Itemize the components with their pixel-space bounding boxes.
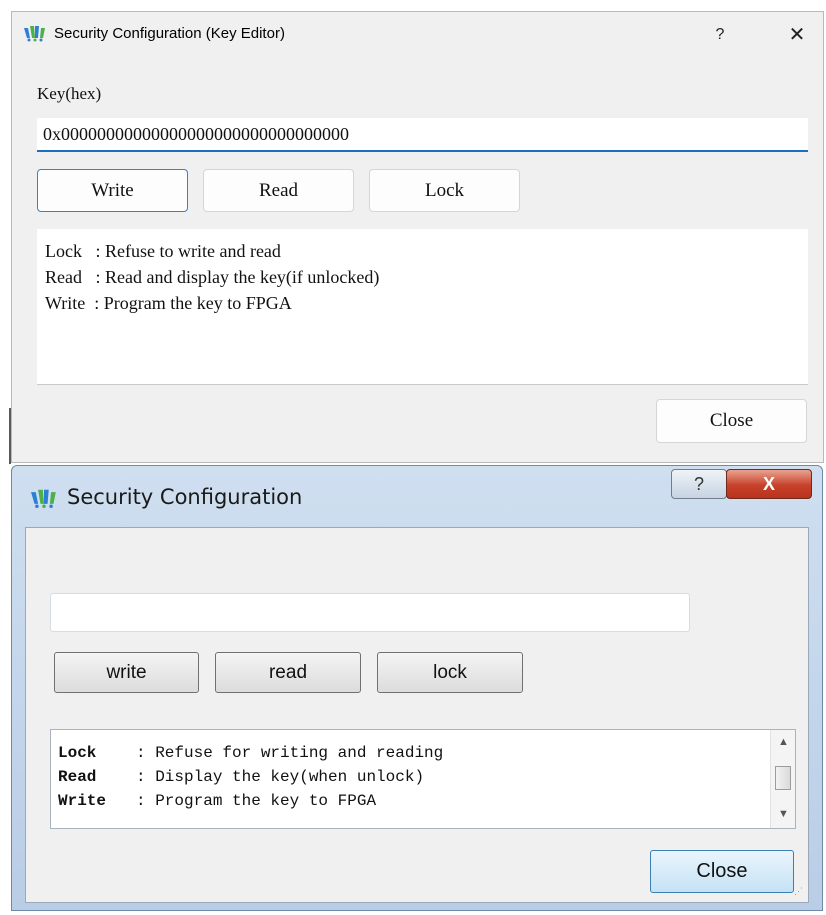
- description-row: Read : Display the key(when unlock): [58, 765, 443, 789]
- write-button[interactable]: Write: [37, 169, 188, 212]
- description-line: Lock : Refuse to write and read: [45, 241, 281, 261]
- key-input[interactable]: [50, 593, 690, 632]
- close-icon[interactable]: X: [726, 469, 812, 499]
- window-edge: [9, 408, 11, 464]
- key-editor-window: Security Configuration (Key Editor) ? ✕ …: [11, 11, 824, 463]
- help-button[interactable]: ?: [702, 20, 738, 50]
- help-button[interactable]: ?: [671, 469, 727, 499]
- read-button[interactable]: Read: [203, 169, 354, 212]
- description-detail: : Display the key(when unlock): [136, 768, 425, 786]
- title-bar[interactable]: Security Configuration (Key Editor) ? ✕: [12, 12, 823, 56]
- lock-button[interactable]: lock: [377, 652, 523, 693]
- description-row: Lock : Refuse for writing and reading: [58, 741, 443, 765]
- vertical-scrollbar[interactable]: ▲ ▼: [770, 730, 795, 828]
- write-button[interactable]: write: [54, 652, 199, 693]
- lock-button[interactable]: Lock: [369, 169, 520, 212]
- scroll-down-arrow-icon[interactable]: ▼: [771, 808, 796, 822]
- security-configuration-window: Security Configuration ? X write read lo…: [11, 465, 823, 911]
- key-hex-input[interactable]: [37, 118, 808, 152]
- description-line: Write : Program the key to FPGA: [45, 293, 292, 313]
- description-term: Write: [58, 792, 107, 810]
- description-line: Read : Read and display the key(if unloc…: [45, 267, 380, 287]
- read-button[interactable]: read: [215, 652, 361, 693]
- description-term: Lock: [58, 744, 97, 762]
- description-detail: : Program the key to FPGA: [136, 792, 377, 810]
- resize-grip-icon[interactable]: ⋰: [794, 887, 806, 900]
- key-hex-label: Key(hex): [37, 84, 102, 103]
- close-button[interactable]: Close: [656, 399, 807, 443]
- scroll-thumb[interactable]: [775, 766, 791, 790]
- description-term: Read: [58, 768, 97, 786]
- title-bar[interactable]: Security Configuration ? X: [12, 466, 822, 526]
- close-button[interactable]: Close: [650, 850, 794, 893]
- gowin-logo-icon: [31, 489, 56, 509]
- description-box: Lock : Refuse to write and read Read : Re…: [37, 229, 808, 385]
- description-box: Lock : Refuse for writing and reading Rea…: [50, 729, 796, 829]
- scroll-up-arrow-icon[interactable]: ▲: [771, 736, 796, 750]
- window-title: Security Configuration (Key Editor): [54, 25, 285, 42]
- description-text: Lock : Refuse for writing and reading Rea…: [58, 741, 443, 813]
- close-icon[interactable]: ✕: [776, 20, 818, 50]
- description-row: Write : Program the key to FPGA: [58, 789, 443, 813]
- client-area: write read lock Lock : Refuse for writing…: [25, 527, 809, 903]
- window-title: Security Configuration: [67, 485, 303, 509]
- description-detail: : Refuse for writing and reading: [136, 744, 444, 762]
- gowin-logo-icon: [24, 26, 45, 42]
